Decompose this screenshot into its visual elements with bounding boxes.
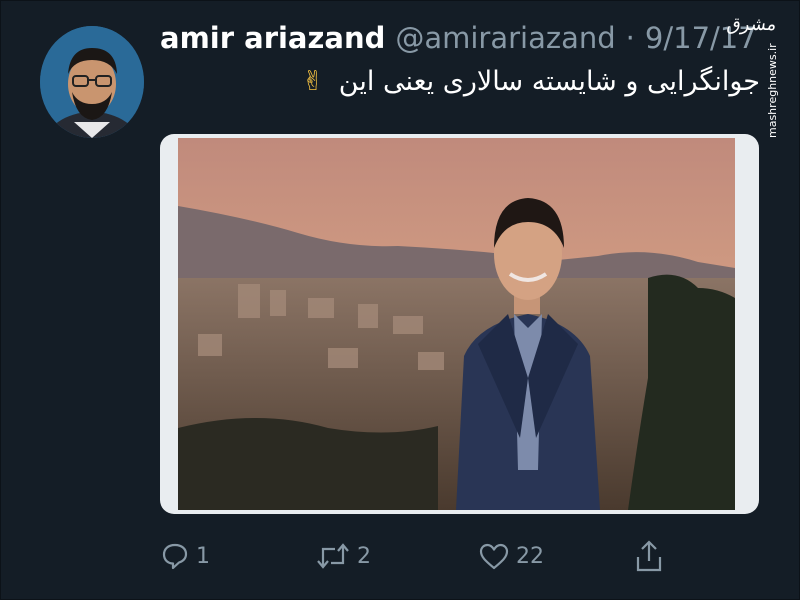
tweet-text: جوانگرایی و شایسته سالاری یعنی این — [338, 66, 760, 97]
tweet-body: جوانگرایی و شایسته سالاری یعنی این ✌ — [302, 62, 760, 102]
retweet-count: 2 — [357, 543, 371, 569]
watermark-logo: مشرق — [725, 14, 779, 35]
reply-button[interactable]: 1 — [160, 536, 210, 576]
heart-icon — [479, 543, 509, 570]
avatar-portrait — [40, 26, 144, 138]
avatar[interactable] — [40, 26, 144, 138]
like-count: 22 — [516, 543, 544, 569]
tweet-photo[interactable] — [178, 138, 735, 510]
reply-icon — [162, 543, 188, 570]
retweet-button[interactable]: 2 — [315, 536, 371, 576]
tweet-header: amir ariazand @amirariazand · 9/17/17 — [160, 20, 757, 56]
share-button[interactable] — [634, 536, 664, 576]
user-handle[interactable]: @amirariazand — [395, 20, 615, 56]
media-card[interactable] — [160, 134, 759, 514]
watermark-url: mashreghnews.ir — [766, 43, 779, 138]
reply-count: 1 — [196, 543, 210, 569]
display-name[interactable]: amir ariazand — [160, 20, 385, 56]
victory-hand-icon: ✌ — [301, 66, 325, 97]
share-icon — [636, 540, 662, 572]
like-button[interactable]: 22 — [478, 536, 544, 576]
tweet-actions: 1 2 22 — [160, 536, 680, 576]
separator-dot: · — [625, 21, 635, 55]
retweet-icon — [317, 543, 349, 569]
photo-illustration — [178, 138, 735, 510]
